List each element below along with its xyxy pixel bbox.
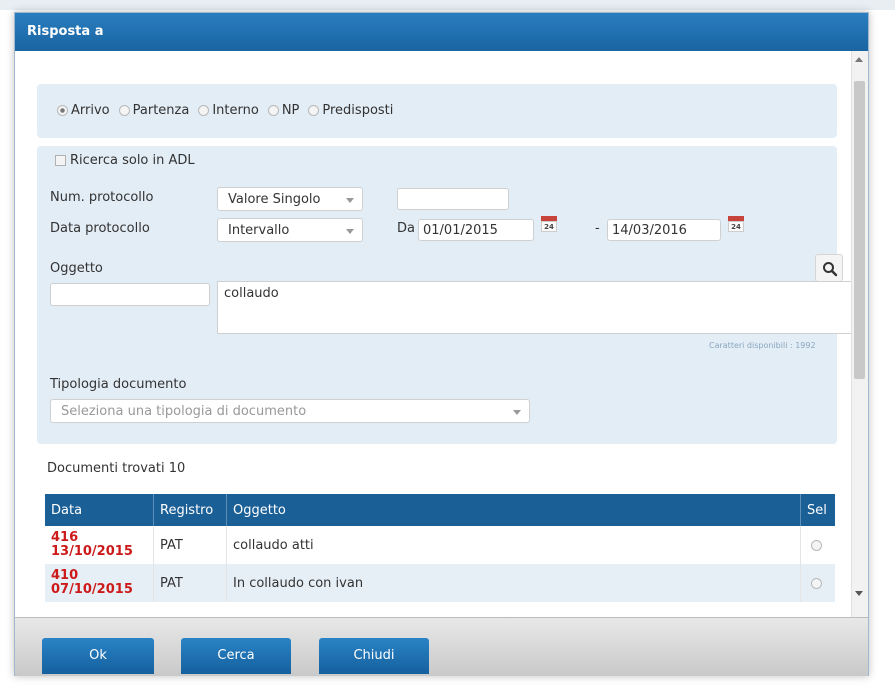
scroll-up-arrow-icon[interactable] [855,57,863,62]
dialog-title: Risposta a [27,24,104,39]
data-protocollo-mode-select[interactable]: Intervallo [217,218,363,242]
table-row[interactable]: 410 07/10/2015 PAT In collaudo con ivan [45,564,835,602]
select-row-radio[interactable] [811,539,822,551]
dialog-content: Arrivo Partenza Interno NP Predisposti R… [15,51,868,617]
cell-sel [800,564,835,602]
scroll-down-arrow-icon[interactable] [855,591,863,596]
radio-icon [198,105,210,116]
cell-registro: PAT [153,526,227,564]
cerca-button[interactable]: Cerca [181,638,291,674]
cell-data: 410 07/10/2015 [45,564,154,602]
radio-icon [118,105,130,116]
registry-type-radio-group: Arrivo Partenza Interno NP Predisposti [57,103,396,118]
radio-partenza[interactable]: Partenza [118,103,189,118]
dialog-titlebar[interactable]: Risposta a [15,13,868,51]
data-protocollo-label: Data protocollo [50,221,150,236]
results-table: Data Registro Oggetto Sel 416 13/10/2015… [45,494,835,602]
column-header-oggetto[interactable]: Oggetto [226,494,801,526]
table-row[interactable]: 416 13/10/2015 PAT collaudo atti [45,526,835,564]
cell-registro: PAT [153,564,227,602]
chiudi-button[interactable]: Chiudi [319,638,429,674]
protocol-number: 416 [51,530,79,545]
scroll-thumb[interactable] [854,81,865,379]
radio-icon [308,105,320,116]
num-protocollo-input[interactable] [397,188,509,210]
radio-predisposti[interactable]: Predisposti [308,103,393,118]
ok-button[interactable]: Ok [42,638,154,674]
radio-arrivo[interactable]: Arrivo [57,103,110,118]
num-protocollo-mode-select[interactable]: Valore Singolo [217,187,363,211]
cell-oggetto: collaudo atti [226,526,801,564]
oggetto-textarea[interactable]: collaudo [217,281,860,334]
radio-icon [57,105,68,116]
vertical-scrollbar[interactable] [851,51,868,617]
num-protocollo-label: Num. protocollo [50,190,154,205]
oggetto-search-button[interactable] [815,254,843,282]
dropdown-arrow-icon [346,198,354,203]
cell-data: 416 13/10/2015 [45,526,154,564]
tipologia-select[interactable]: Seleziona una tipologia di documento [50,399,530,423]
column-header-data[interactable]: Data [45,494,154,526]
risposta-dialog: Risposta a Arrivo Partenza Interno NP Pr… [14,12,869,676]
top-window-strip [0,0,895,10]
date-to-label: - [595,221,600,236]
search-icon [823,262,838,277]
column-header-sel: Sel [800,494,835,526]
date-to-input[interactable]: 14/03/2016 [607,219,721,241]
dropdown-arrow-icon [513,410,521,415]
radio-interno[interactable]: Interno [198,103,259,118]
column-header-registro[interactable]: Registro [153,494,227,526]
protocol-date: 13/10/2015 [51,544,133,559]
radio-np[interactable]: NP [267,103,299,118]
date-from-label: Da [397,221,415,236]
results-count: Documenti trovati 10 [47,461,186,476]
adl-checkbox[interactable]: Ricerca solo in ADL [55,153,195,168]
oggetto-code-input[interactable] [50,283,210,306]
dialog-footer: Ok Cerca Chiudi [15,617,868,676]
cell-sel [800,526,835,564]
protocol-date: 07/10/2015 [51,582,133,597]
dropdown-arrow-icon [346,229,354,234]
select-row-radio[interactable] [811,577,822,589]
oggetto-label: Oggetto [50,261,103,276]
tipologia-label: Tipologia documento [50,377,187,392]
checkbox-icon [55,155,66,166]
table-header-row: Data Registro Oggetto Sel [45,494,835,526]
date-from-input[interactable]: 01/01/2015 [418,219,534,241]
calendar-icon[interactable]: 24 [541,216,557,232]
protocol-number: 410 [51,568,79,583]
calendar-icon[interactable]: 24 [728,216,744,232]
chars-available-text: Caratteri disponibili : 1992 [709,341,816,350]
cell-oggetto: In collaudo con ivan [226,564,801,602]
radio-icon [267,105,279,116]
